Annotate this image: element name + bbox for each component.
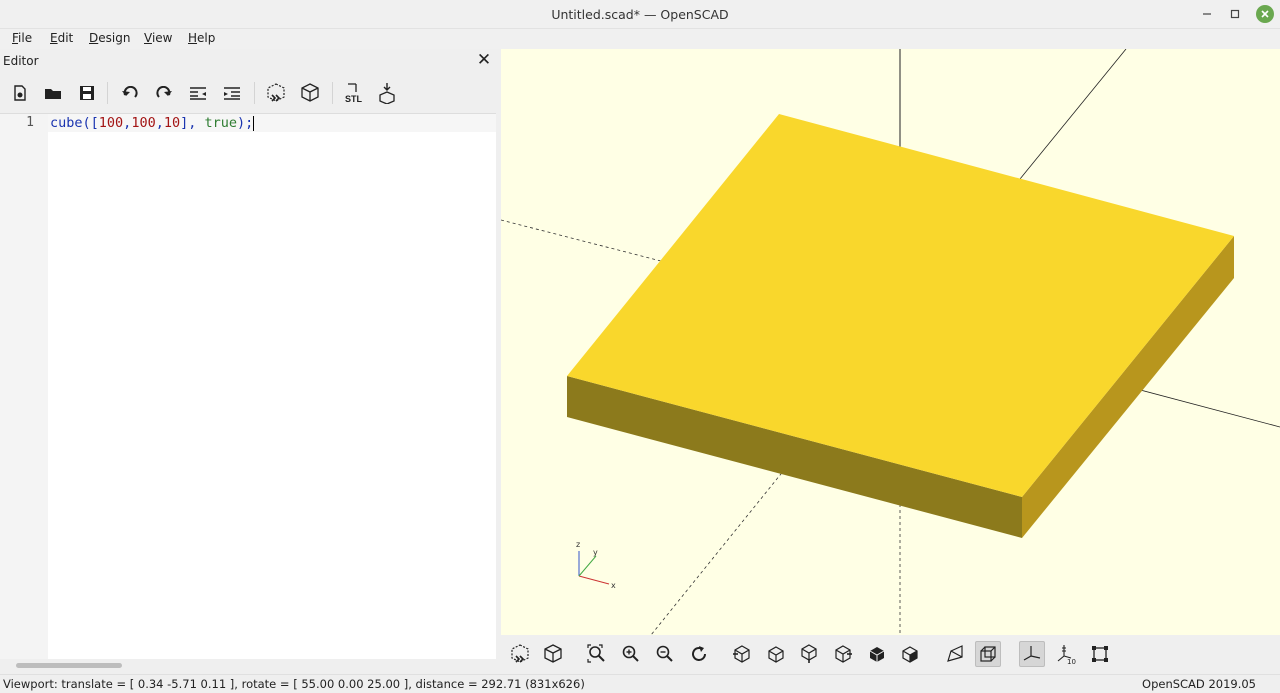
code-function-name: cube [50, 115, 83, 131]
menu-design-label: esign [98, 31, 131, 45]
svg-text:z: z [576, 540, 580, 549]
text-cursor [253, 115, 255, 131]
line-number-gutter: 1 [0, 114, 48, 659]
view-back-icon[interactable] [897, 641, 923, 667]
menu-help[interactable]: Help [188, 31, 215, 45]
preview-icon[interactable] [507, 641, 533, 667]
render-icon[interactable] [540, 641, 566, 667]
view-front-icon[interactable] [864, 641, 890, 667]
close-button[interactable] [1256, 5, 1274, 23]
x-axis-negative [501, 219, 662, 262]
menu-edit-mnemonic: E [50, 31, 58, 45]
version-label: OpenSCAD 2019.05 [1142, 677, 1256, 691]
reset-view-icon[interactable] [686, 641, 712, 667]
code-close-bracket: ], [180, 115, 205, 131]
menu-view[interactable]: View [144, 31, 172, 45]
menu-design[interactable]: Design [89, 31, 130, 45]
horizontal-scrollbar[interactable] [0, 659, 496, 673]
code-number: 100 [131, 115, 156, 131]
undo-icon[interactable] [119, 82, 141, 104]
orthogonal-icon[interactable] [975, 641, 1001, 667]
unindent-icon[interactable] [187, 82, 209, 104]
toolbar-separator [332, 82, 333, 104]
zoom-out-icon[interactable] [652, 641, 678, 667]
open-file-icon[interactable] [42, 82, 64, 104]
render-icon[interactable] [299, 82, 321, 104]
toolbar-separator [107, 82, 108, 104]
menu-help-mnemonic: H [188, 31, 198, 45]
show-axes-icon[interactable] [1019, 641, 1045, 667]
show-scale-markers-icon[interactable]: 10 [1054, 641, 1080, 667]
send-to-3d-print-icon[interactable] [376, 82, 398, 104]
close-icon [1261, 10, 1269, 18]
view-all-icon[interactable] [584, 641, 610, 667]
line-number: 1 [26, 115, 34, 130]
view-bottom-icon[interactable] [796, 641, 822, 667]
perspective-icon[interactable] [942, 641, 968, 667]
menu-view-label: iew [151, 31, 173, 45]
y-axis-negative [650, 458, 794, 635]
code-number: 100 [98, 115, 124, 131]
menu-file[interactable]: File [12, 31, 32, 45]
view-right-icon[interactable] [729, 641, 755, 667]
redo-icon[interactable] [153, 82, 175, 104]
code-open-bracket: ([ [82, 115, 99, 131]
view-toolbar: 10 [501, 635, 1280, 673]
code-end: ); [237, 115, 254, 131]
minimize-button[interactable] [1198, 5, 1216, 23]
show-edges-icon[interactable] [1087, 641, 1113, 667]
window-title: Untitled.scad* — OpenSCAD [551, 7, 729, 22]
status-bar: Viewport: translate = [ 0.34 -5.71 0.11 … [0, 674, 1280, 693]
code-number: 10 [163, 115, 181, 131]
new-file-icon[interactable] [9, 82, 31, 104]
menu-design-mnemonic: D [89, 31, 99, 45]
axes-orientation-widget: z x y [576, 540, 616, 590]
svg-text:y: y [593, 548, 598, 557]
menu-file-label: ile [18, 31, 33, 45]
save-icon[interactable] [76, 82, 98, 104]
code-comma: , [155, 115, 164, 131]
maximize-icon [1230, 9, 1240, 19]
y-axis-positive [1019, 49, 1127, 180]
menu-edit[interactable]: Edit [50, 31, 73, 45]
title-bar: Untitled.scad* — OpenSCAD [0, 0, 1280, 29]
view-left-icon[interactable] [830, 641, 856, 667]
export-stl-icon[interactable]: STL [343, 82, 365, 104]
code-boolean: true [204, 115, 238, 131]
svg-text:STL: STL [345, 94, 363, 104]
minimize-icon [1203, 13, 1211, 15]
x-axis-positive [1128, 386, 1280, 428]
scrollbar-thumb[interactable] [16, 663, 122, 668]
3d-viewport[interactable]: z x y [501, 49, 1280, 635]
viewport-status: Viewport: translate = [ 0.34 -5.71 0.11 … [3, 677, 585, 691]
viewport-scene: z x y [501, 49, 1280, 635]
editor-header: Editor [3, 54, 39, 68]
menu-bar: File Edit Design View Help [0, 29, 1280, 49]
menu-edit-label: dit [57, 31, 74, 45]
preview-icon[interactable] [265, 82, 287, 104]
menu-view-mnemonic: V [144, 31, 152, 45]
svg-text:x: x [611, 581, 616, 590]
view-top-icon[interactable] [763, 641, 789, 667]
indent-icon[interactable] [221, 82, 243, 104]
menu-help-label: elp [197, 31, 216, 45]
code-line[interactable]: cube([100,100,10], true); [48, 114, 496, 132]
zoom-in-icon[interactable] [618, 641, 644, 667]
svg-text:10: 10 [1067, 658, 1076, 665]
editor-close-button[interactable]: ✕ [475, 51, 493, 69]
toolbar-separator [254, 82, 255, 104]
maximize-button[interactable] [1226, 5, 1244, 23]
code-editor[interactable]: 1 cube([100,100,10], true); [0, 113, 496, 659]
